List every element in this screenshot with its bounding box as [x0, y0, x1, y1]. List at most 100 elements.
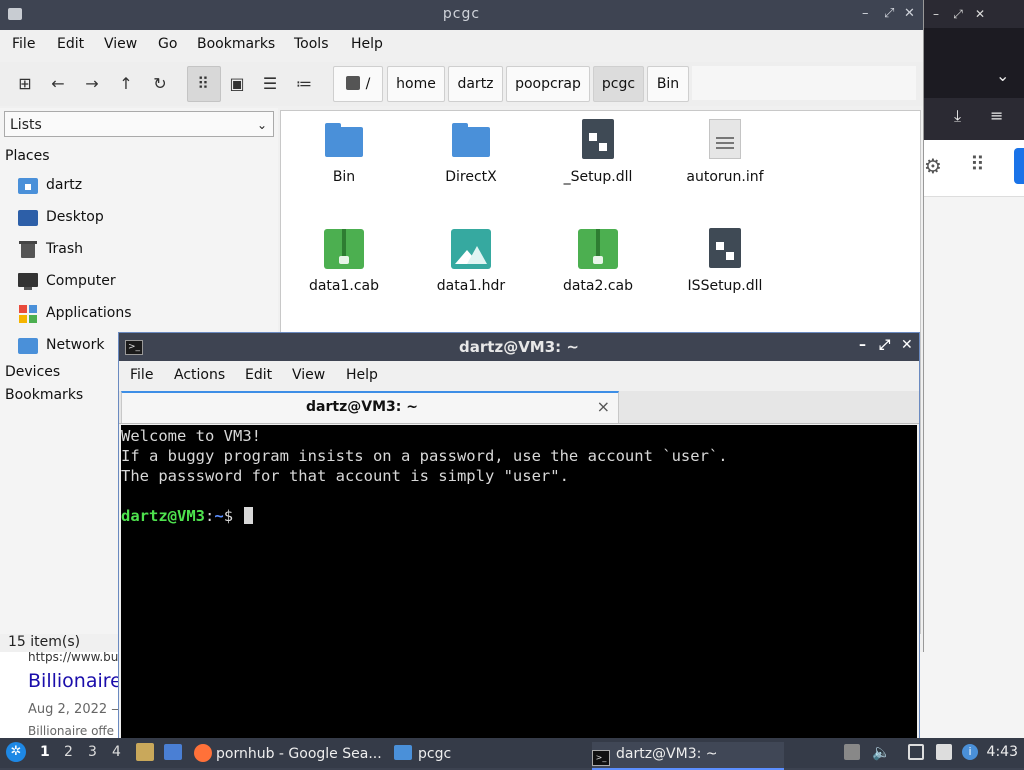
- download-icon[interactable]: ⤓: [954, 106, 961, 126]
- file-item[interactable]: data1.hdr: [411, 228, 531, 294]
- breadcrumb-bin[interactable]: Bin: [647, 66, 689, 102]
- browser-toolbar: ⤓ ≡: [920, 98, 1024, 140]
- workspace-3[interactable]: 3: [88, 744, 97, 760]
- menu-view[interactable]: View: [292, 367, 325, 383]
- sign-in-button[interactable]: [1014, 148, 1024, 184]
- terminal-tab[interactable]: dartz@VM3: ~ ×: [121, 391, 619, 423]
- menu-view[interactable]: View: [104, 36, 137, 52]
- breadcrumb-home[interactable]: home: [387, 66, 445, 102]
- places-heading: Places: [5, 148, 50, 164]
- place-label: Trash: [46, 241, 83, 257]
- result-title-link[interactable]: Billionaire: [28, 670, 122, 692]
- close-tab-icon[interactable]: ×: [597, 397, 610, 416]
- apps-grid-icon[interactable]: ⠿: [970, 152, 985, 176]
- maximize-icon[interactable]: ⤢: [950, 6, 966, 22]
- breadcrumb-dartz[interactable]: dartz: [448, 66, 503, 102]
- place-desktop[interactable]: Desktop: [18, 204, 104, 230]
- place-computer[interactable]: Computer: [18, 268, 116, 294]
- task-file-manager[interactable]: pcgc: [394, 742, 584, 768]
- chevron-down-icon: ⌄: [256, 118, 267, 132]
- task-terminal[interactable]: >_ dartz@VM3: ~: [592, 742, 784, 770]
- menu-file[interactable]: File: [12, 36, 35, 52]
- new-tab-icon[interactable]: ⊞: [15, 74, 35, 94]
- prompt-symbol: $: [223, 507, 234, 525]
- breadcrumb-pcgc[interactable]: pcgc: [593, 66, 644, 102]
- terminal-tabbar: dartz@VM3: ~ ×: [119, 391, 919, 424]
- menu-go[interactable]: Go: [158, 36, 177, 52]
- menu-bookmarks[interactable]: Bookmarks: [197, 36, 275, 52]
- terminal-window-title: dartz@VM3: ~: [459, 338, 579, 356]
- menu-actions[interactable]: Actions: [174, 367, 225, 383]
- volume-icon[interactable]: 🔈: [872, 744, 891, 760]
- place-trash[interactable]: Trash: [18, 236, 83, 262]
- task-firefox[interactable]: pornhub - Google Sea...: [194, 742, 386, 768]
- detailed-list-view-icon[interactable]: ≔: [294, 74, 314, 94]
- hamburger-menu-icon[interactable]: ≡: [990, 106, 1003, 125]
- place-dartz[interactable]: dartz: [18, 172, 82, 198]
- menu-edit[interactable]: Edit: [245, 367, 272, 383]
- terminal-line: If a buggy program insists on a password…: [121, 447, 728, 465]
- file-item[interactable]: data1.cab: [284, 228, 404, 294]
- settings-gear-icon[interactable]: ⚙: [924, 154, 942, 178]
- menu-help[interactable]: Help: [351, 36, 383, 52]
- thumbnail-view-icon[interactable]: ▣: [227, 74, 247, 94]
- close-icon[interactable]: ✕: [972, 6, 988, 22]
- archive-icon: [577, 228, 619, 270]
- file-item[interactable]: DirectX: [411, 119, 531, 185]
- show-desktop-icon[interactable]: [164, 744, 182, 760]
- file-manager-titlebar: pcgc – ⤢ ✕: [0, 0, 923, 30]
- prompt-path: ~: [214, 507, 224, 525]
- terminal-line: Welcome to VM3!: [121, 427, 261, 445]
- chevron-down-icon[interactable]: ⌄: [996, 66, 1009, 85]
- menu-edit[interactable]: Edit: [57, 36, 84, 52]
- file-manager-launcher-icon[interactable]: [136, 743, 154, 761]
- breadcrumb-root[interactable]: /: [333, 66, 383, 102]
- breadcrumb-empty-area[interactable]: [692, 66, 916, 100]
- up-arrow-icon[interactable]: ↑: [116, 74, 136, 94]
- task-label: pcgc: [418, 746, 452, 762]
- file-item[interactable]: _Setup.dll: [538, 119, 658, 185]
- menu-tools[interactable]: Tools: [294, 36, 329, 52]
- minimize-icon[interactable]: –: [928, 6, 944, 22]
- close-icon[interactable]: ✕: [901, 337, 913, 353]
- file-name: _Setup.dll: [563, 169, 633, 185]
- icon-view-grid-icon[interactable]: ⠿: [193, 74, 213, 94]
- minimize-icon[interactable]: –: [859, 337, 866, 353]
- close-icon[interactable]: ✕: [904, 6, 915, 21]
- update-notifier-icon[interactable]: [844, 744, 860, 760]
- file-item[interactable]: autorun.inf: [665, 119, 785, 185]
- menu-help[interactable]: Help: [346, 367, 378, 383]
- reload-icon[interactable]: ↻: [150, 74, 170, 94]
- compact-view-icon[interactable]: ☰: [260, 74, 280, 94]
- file-item[interactable]: Bin: [284, 119, 404, 185]
- computer-icon: [18, 272, 38, 290]
- minimize-icon[interactable]: –: [862, 6, 869, 21]
- back-arrow-icon[interactable]: ←: [48, 74, 68, 94]
- workspace-2[interactable]: 2: [64, 744, 73, 760]
- maximize-icon[interactable]: ⤢: [879, 337, 890, 353]
- terminal-screen[interactable]: Welcome to VM3! If a buggy program insis…: [121, 425, 917, 741]
- network-status-icon[interactable]: [908, 744, 924, 760]
- clock[interactable]: 4:43: [987, 744, 1018, 760]
- toolbar: ⊞ ← → ↑ ↻ ⠿ ▣ ☰ ≔ / home dartz poopcrap …: [0, 62, 923, 106]
- task-label: pornhub - Google Sea...: [216, 746, 382, 762]
- notification-icon[interactable]: i: [962, 744, 978, 760]
- place-network[interactable]: Network: [18, 332, 104, 358]
- home-folder-icon: [18, 176, 38, 194]
- forward-arrow-icon[interactable]: →: [82, 74, 102, 94]
- side-panel-mode-select[interactable]: Lists ⌄: [4, 111, 274, 137]
- file-item[interactable]: data2.cab: [538, 228, 658, 294]
- file-item[interactable]: ISSetup.dll: [665, 228, 785, 294]
- workspace-4[interactable]: 4: [112, 744, 121, 760]
- maximize-icon[interactable]: ⤢: [884, 6, 894, 21]
- file-name: Bin: [332, 169, 356, 185]
- place-applications[interactable]: Applications: [18, 300, 132, 326]
- bookmarks-heading[interactable]: Bookmarks: [5, 387, 83, 403]
- image-file-icon: [450, 228, 492, 270]
- start-menu-icon[interactable]: ✲: [6, 742, 26, 762]
- menu-file[interactable]: File: [130, 367, 153, 383]
- breadcrumb-poopcrap[interactable]: poopcrap: [506, 66, 590, 102]
- devices-heading[interactable]: Devices: [5, 364, 60, 380]
- workspace-1[interactable]: 1: [40, 744, 50, 760]
- clipboard-icon[interactable]: [936, 744, 952, 760]
